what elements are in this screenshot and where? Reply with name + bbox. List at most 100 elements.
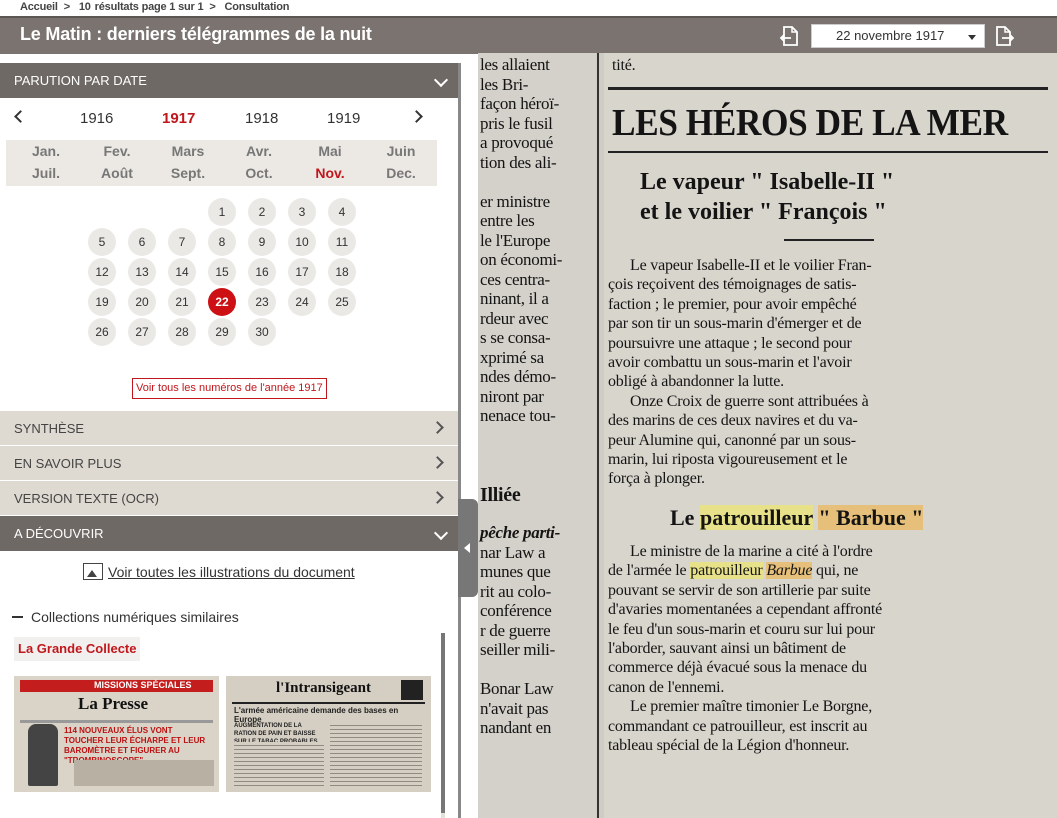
section-decouvrir-header[interactable]: A DÉCOUVRIR [0, 516, 458, 551]
day-26[interactable]: 26 [88, 318, 116, 346]
document-viewer[interactable]: les allaient les Bri-façon héroï-pris le … [478, 53, 1057, 818]
day-18[interactable]: 18 [328, 258, 356, 286]
day-2[interactable]: 2 [248, 198, 276, 226]
year-1917[interactable]: 1917 [162, 110, 195, 127]
section-parution-header[interactable]: PARUTION PAR DATE [0, 63, 458, 98]
left-column-line: nenace tou- [480, 406, 556, 425]
month-aout[interactable]: Août [87, 165, 147, 181]
chevron-down-icon [433, 525, 449, 541]
collection-tag[interactable]: La Grande Collecte [14, 637, 141, 661]
day-6[interactable]: 6 [128, 228, 156, 256]
month-sept[interactable]: Sept. [158, 165, 218, 181]
month-juil[interactable]: Juil. [16, 165, 76, 181]
left-column-line: nar Law a [480, 542, 546, 562]
month-fev[interactable]: Fev. [87, 143, 147, 159]
day-21[interactable]: 21 [168, 288, 196, 316]
day-5[interactable]: 5 [88, 228, 116, 256]
day-17[interactable]: 17 [288, 258, 316, 286]
day-3[interactable]: 3 [288, 198, 316, 226]
year-1916[interactable]: 1916 [80, 110, 113, 127]
month-jan[interactable]: Jan. [16, 143, 76, 159]
page-back-icon[interactable] [779, 26, 799, 46]
day-28[interactable]: 28 [168, 318, 196, 346]
document-title: Le Matin : derniers télégrammes de la nu… [20, 24, 372, 44]
day-24[interactable]: 24 [288, 288, 316, 316]
newspaper-left-column: les allaient les Bri-façon héroï-pris le … [478, 53, 596, 818]
para2-line: Le premier maître timonier Le Borgne, [630, 698, 872, 716]
day-23[interactable]: 23 [248, 288, 276, 316]
para1-line: obligé à abandonner la lutte. [608, 373, 784, 391]
day-1[interactable]: 1 [208, 198, 236, 226]
section-synthese-header[interactable]: SYNTHÈSE [0, 411, 458, 446]
date-select[interactable]: 22 novembre 1917 [811, 24, 985, 48]
month-mars[interactable]: Mars [158, 143, 218, 159]
day-10[interactable]: 10 [288, 228, 316, 256]
month-juin[interactable]: Juin [371, 143, 431, 159]
left-column-line: ndes démo- [480, 367, 556, 386]
year-1919[interactable]: 1919 [327, 110, 360, 127]
section-savoir-header[interactable]: EN SAVOIR PLUS [0, 446, 458, 481]
section-synthese-label: SYNTHÈSE [14, 421, 85, 436]
year-selector: 1916 1917 1918 1919 [0, 98, 458, 140]
collection-thumbnail-2[interactable]: l'Intransigeant L'armée américaine deman… [226, 676, 431, 792]
day-20[interactable]: 20 [128, 288, 156, 316]
day-29[interactable]: 29 [208, 318, 236, 346]
chevron-right-icon[interactable] [410, 110, 423, 123]
left-column-line: façon héroï- [480, 94, 559, 113]
day-13[interactable]: 13 [128, 258, 156, 286]
day-grid: 1 2 3 4 5 6 7 8 9 10 11 12 13 14 15 16 17 18 19 20 21 22 23 24 2… [0, 198, 458, 348]
para1-line: peur Alumine qui, canonné par un sous- [608, 431, 856, 449]
collection-thumbnail-1[interactable]: MISSIONS SPÉCIALES La Presse 114 NOUVEAU… [14, 676, 219, 792]
left-panel-scrollbar[interactable] [441, 633, 445, 818]
collapse-panel-handle[interactable] [458, 499, 478, 597]
para1-line: avoir combattu un sous-marin et l'avoir [608, 354, 852, 371]
chevron-left-icon[interactable] [14, 110, 27, 123]
day-7[interactable]: 7 [168, 228, 196, 256]
year-1918[interactable]: 1918 [245, 110, 278, 127]
section-savoir-label: EN SAVOIR PLUS [14, 456, 122, 471]
left-column-line: nandant en [480, 718, 552, 737]
para1-line: marin, lui riposta vigoureusement et le [608, 451, 848, 468]
left-column-line: conférence [480, 601, 552, 620]
day-25[interactable]: 25 [328, 288, 356, 316]
see-all-issues-link[interactable]: Voir tous les numéros de l'année 1917 [132, 378, 327, 399]
newspaper-article: tité. LES HÉROS DE LA MER Le vapeur " Is… [604, 53, 1057, 818]
para1-line: çois reçoivent des témoignages de satis- [608, 276, 857, 294]
month-avr[interactable]: Avr. [229, 143, 289, 159]
collections-title[interactable]: Collections numériques similaires [12, 609, 239, 625]
section-ocr-header[interactable]: VERSION TEXTE (OCR) [0, 481, 458, 516]
month-dec[interactable]: Dec. [371, 165, 431, 181]
day-14[interactable]: 14 [168, 258, 196, 286]
chevron-right-icon [431, 421, 444, 434]
para2-line: tableau spécial de la Légion d'honneur. [608, 737, 850, 754]
month-mai[interactable]: Mai [300, 143, 360, 159]
breadcrumb-results[interactable]: résultats page 1 sur 1 [95, 1, 204, 13]
page-forward-icon[interactable] [995, 26, 1015, 46]
day-4[interactable]: 4 [328, 198, 356, 226]
day-15[interactable]: 15 [208, 258, 236, 286]
breadcrumb-home[interactable]: Accueil [20, 1, 58, 13]
left-column-line: s se consa- [480, 328, 551, 347]
left-column-line: pêche parti- [480, 523, 560, 542]
para2-line: de l'armée le patrouilleur Barbue qui, n… [608, 562, 859, 580]
left-column-line: rit au colo- [480, 581, 551, 601]
breadcrumb-results-count[interactable]: 10 [79, 1, 91, 13]
day-22[interactable]: 22 [208, 288, 236, 316]
breadcrumb-current: Consultation [224, 1, 290, 13]
day-30[interactable]: 30 [248, 318, 276, 346]
para1-line: poursuivre une attaque ; le second pour [608, 334, 852, 352]
illustrations-link[interactable]: Voir toutes les illustrations du documen… [83, 563, 355, 580]
day-8[interactable]: 8 [208, 228, 236, 256]
day-16[interactable]: 16 [248, 258, 276, 286]
day-11[interactable]: 11 [328, 228, 356, 256]
day-9[interactable]: 9 [248, 228, 276, 256]
day-12[interactable]: 12 [88, 258, 116, 286]
day-27[interactable]: 27 [128, 318, 156, 346]
article-subhead-3: Le patrouilleur " Barbue " [670, 505, 924, 531]
day-19[interactable]: 19 [88, 288, 116, 316]
month-nov[interactable]: Nov. [300, 165, 360, 181]
month-oct[interactable]: Oct. [229, 165, 289, 181]
para2-line: le feu d'un sous-marin et couru sur lui … [608, 620, 875, 638]
highlight-patrouilleur: patrouilleur [699, 505, 813, 530]
para1-line: Le vapeur Isabelle-II et le voilier Fran… [630, 257, 872, 274]
